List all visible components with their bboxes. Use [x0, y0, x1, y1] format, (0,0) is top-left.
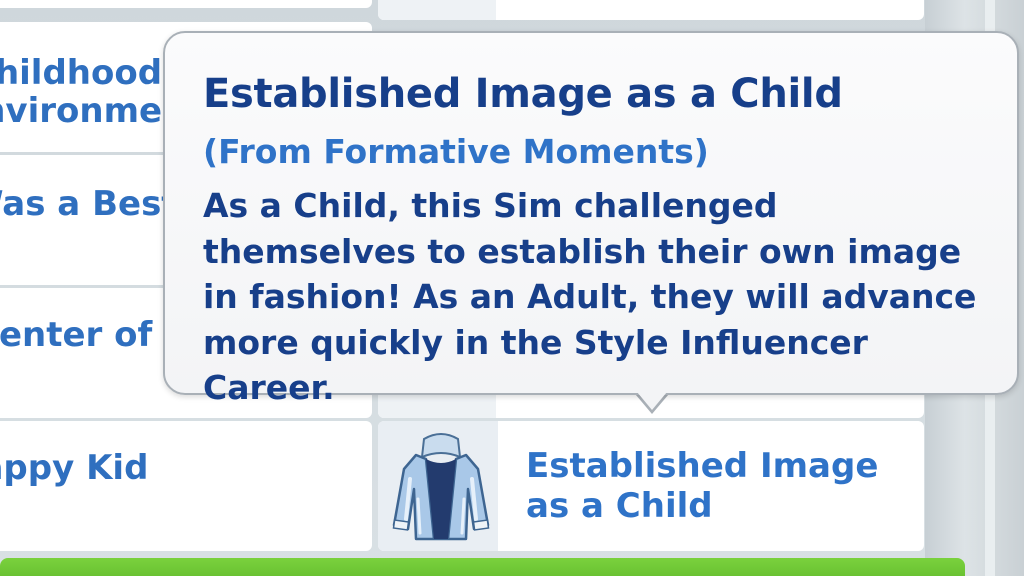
tooltip-description: As a Child, this Sim challenged themselv… — [203, 186, 977, 407]
confirm-bar[interactable] — [0, 558, 965, 576]
tile-label: as a Child — [526, 486, 713, 526]
tooltip-subtitle: (From Formative Moments) — [203, 132, 709, 171]
tile-label: Happy Kid — [0, 448, 149, 488]
trait-tile-top[interactable] — [0, 0, 372, 8]
tile-label: Was a Best — [0, 184, 178, 224]
trait-tile-happy-kid[interactable]: Happy Kid — [0, 421, 372, 551]
trait-tile-top-right[interactable] — [378, 0, 924, 20]
icon-slot — [378, 421, 498, 551]
tooltip-pointer-fill — [632, 386, 672, 410]
trait-tooltip: Established Image as a Child (From Forma… — [163, 31, 1019, 407]
screen: Childhood Environment Was a Best Center … — [0, 0, 1024, 576]
trait-tile-established-image[interactable]: Established Image as a Child — [378, 421, 924, 551]
denim-jacket-icon — [392, 433, 490, 541]
tile-label: Established Image — [526, 446, 879, 486]
icon-slot — [378, 0, 496, 20]
tile-label: Childhood — [0, 53, 163, 93]
tooltip-title: Established Image as a Child — [203, 71, 843, 117]
